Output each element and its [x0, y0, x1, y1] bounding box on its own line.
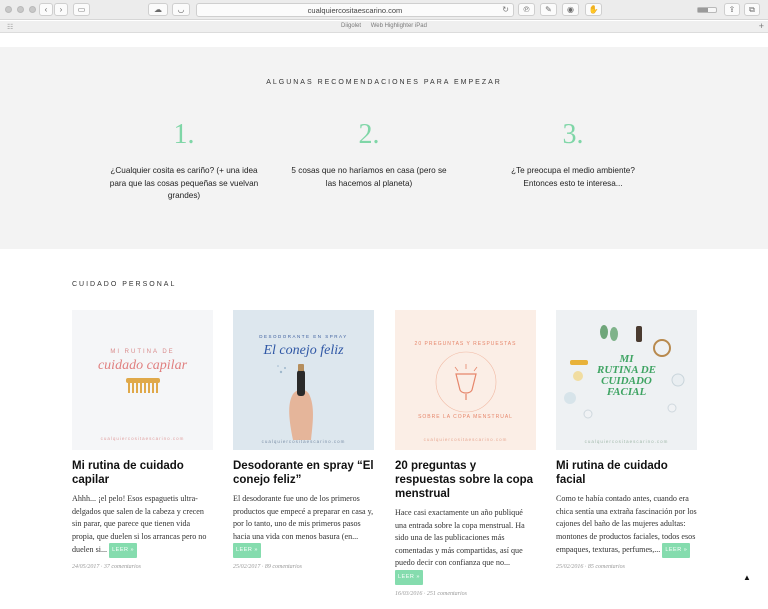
minimize-window-button[interactable] — [17, 6, 24, 13]
post-title[interactable]: Mi rutina de cuidado facial — [556, 459, 697, 487]
evernote-icon: ✋ — [588, 4, 599, 14]
post-meta[interactable]: 24/05/2017 · 37 comentarios — [72, 564, 213, 570]
back-button[interactable]: ‹ — [39, 3, 53, 16]
sidebar-icon: ▭ — [77, 4, 86, 14]
thumbnail-script-text: MI RUTINA DE CUIDADO FACIAL — [556, 354, 697, 398]
page-load-progress-fill — [698, 8, 708, 12]
thumbnail-footer: cualquiercositaescarino.com — [100, 436, 185, 441]
post-excerpt: Ahhh... ¡el pelo! Esos espaguetis ultra-… — [72, 493, 213, 558]
sidebar-button[interactable]: ▭ — [73, 3, 90, 16]
comb-icon — [126, 378, 160, 393]
recommendation-2[interactable]: 2. 5 cosas que no haríamos en casa (pero… — [289, 119, 449, 190]
close-window-button[interactable] — [5, 6, 12, 13]
read-more-button[interactable]: LEER » — [395, 569, 423, 585]
icloud-tabs-button[interactable]: ☁ — [148, 3, 168, 16]
post-excerpt: Hace casi exactamente un año publiqué un… — [395, 507, 536, 585]
post-thumbnail[interactable]: DESODORANTE EN SPRAY El conejo feliz cua… — [233, 310, 374, 450]
thumbnail-footer: cualquiercositaescarino.com — [423, 437, 508, 442]
evernote-button[interactable]: ✋ — [585, 3, 602, 16]
back-arrow-icon: ‹ — [44, 4, 48, 14]
recommendation-1[interactable]: 1. ¿Cualquier cosita es cariño? (+ una i… — [104, 119, 264, 203]
recommendation-link[interactable]: ¿Te preocupa el medio ambiente? Entonces… — [493, 165, 653, 190]
pocket-button[interactable]: ◡ — [172, 3, 190, 16]
page-load-progress — [697, 7, 717, 13]
recommendations-section: ALGUNAS RECOMENDACIONES PARA EMPEZAR 1. … — [0, 47, 768, 249]
pocket-icon: ◡ — [177, 4, 185, 14]
thumbnail-script-text: cuidado capilar — [97, 358, 188, 373]
post-excerpt: El desodorante fue uno de los primeros p… — [233, 493, 374, 558]
post-title[interactable]: Desodorante en spray “El conejo feliz” — [233, 459, 374, 487]
read-more-button[interactable]: LEER » — [233, 543, 261, 558]
post-card: DESODORANTE EN SPRAY El conejo feliz cua… — [233, 310, 374, 570]
post-meta[interactable]: 25/02/2017 · 89 comentarios — [233, 564, 374, 570]
bookmark-diigolet[interactable]: Diigolet — [341, 23, 361, 29]
tabs-icon: ⧉ — [749, 4, 755, 14]
address-bar[interactable]: cualquiercositaescarino.com ↻ — [196, 3, 514, 17]
post-card: MI RUTINA DE cuidado capilar cualquierco… — [72, 310, 213, 570]
post-thumbnail[interactable]: MI RUTINA DE CUIDADO FACIAL cualquiercos… — [556, 310, 697, 450]
post-thumbnail[interactable]: 20 PREGUNTAS Y RESPUESTAS SOBRE LA COPA … — [395, 310, 536, 450]
post-excerpt-text: El desodorante fue uno de los primeros p… — [233, 494, 374, 541]
thumbnail-footer: cualquiercositaescarino.com — [261, 439, 346, 444]
forward-arrow-icon: › — [59, 4, 63, 14]
category-title: CUIDADO PERSONAL — [72, 281, 177, 288]
thumbnail-script-text: El conejo feliz — [263, 343, 344, 358]
url-text: cualquiercositaescarino.com — [307, 6, 403, 15]
share-icon: ⇪ — [728, 4, 736, 14]
post-title[interactable]: 20 preguntas y respuestas sobre la copa … — [395, 459, 536, 501]
menstrual-cup-icon — [435, 351, 497, 413]
thumbnail-caption-bottom: SOBRE LA COPA MENSTRUAL — [418, 414, 513, 420]
post-excerpt-text: Hace casi exactamente un año publiqué un… — [395, 508, 525, 568]
post-card: MI RUTINA DE CUIDADO FACIAL cualquiercos… — [556, 310, 697, 570]
window-controls — [5, 6, 36, 13]
post-meta[interactable]: 16/03/2016 · 251 comentarios — [395, 591, 536, 597]
read-more-button[interactable]: LEER » — [109, 543, 138, 558]
bookmarklet-button[interactable]: ✎ — [540, 3, 557, 16]
post-thumbnail[interactable]: MI RUTINA DE cuidado capilar cualquierco… — [72, 310, 213, 450]
recommendations-title: ALGUNAS RECOMENDACIONES PARA EMPEZAR — [266, 79, 502, 86]
recommendation-link[interactable]: 5 cosas que no haríamos en casa (pero se… — [289, 165, 449, 190]
cloud-icon: ☁ — [154, 4, 162, 14]
post-title[interactable]: Mi rutina de cuidado capilar — [72, 459, 213, 487]
plus-icon[interactable]: + — [759, 21, 764, 31]
browser-toolbar: ‹ › ▭ ☁ ◡ cualquiercositaescarino.com ↻ … — [0, 0, 768, 20]
thumbnail-caption: DESODORANTE EN SPRAY — [259, 334, 348, 339]
forward-button[interactable]: › — [54, 3, 68, 16]
post-excerpt: Como te había contado antes, cuando era … — [556, 493, 697, 558]
recommendation-number: 2. — [358, 119, 380, 150]
onepassword-button[interactable]: ◉ — [562, 3, 579, 16]
recommendation-number: 3. — [562, 119, 584, 150]
pinterest-button[interactable]: ℗ — [518, 3, 535, 16]
recommendation-3[interactable]: 3. ¿Te preocupa el medio ambiente? Enton… — [493, 119, 653, 190]
post-meta[interactable]: 25/02/2016 · 85 comentarios — [556, 564, 697, 570]
bookmark-web-highlighter[interactable]: Web Highlighter iPad — [371, 23, 427, 29]
post-card: 20 PREGUNTAS Y RESPUESTAS SOBRE LA COPA … — [395, 310, 536, 597]
thumbnail-text-line: FACIAL — [606, 386, 647, 398]
post-excerpt-text: Ahhh... ¡el pelo! Esos espaguetis ultra-… — [72, 494, 207, 555]
show-tabs-button[interactable]: ⧉ — [744, 3, 760, 16]
recommendation-number: 1. — [173, 119, 195, 150]
read-more-button[interactable]: LEER » — [662, 543, 691, 558]
spray-bottle-icon — [277, 364, 313, 440]
bookmarklet-icon: ✎ — [545, 4, 552, 14]
thumbnail-caption: 20 PREGUNTAS Y RESPUESTAS — [414, 341, 517, 347]
reload-icon[interactable]: ↻ — [502, 5, 509, 14]
thumbnail-caption: MI RUTINA DE — [110, 349, 175, 355]
share-button[interactable]: ⇪ — [724, 3, 740, 16]
onepassword-icon: ◉ — [567, 4, 574, 14]
thumbnail-footer: cualquiercositaescarino.com — [584, 439, 669, 444]
pinterest-icon: ℗ — [523, 4, 530, 14]
bookmarks-bar: ☷ Diigolet Web Highlighter iPad + — [0, 21, 768, 33]
recommendation-link[interactable]: ¿Cualquier cosita es cariño? (+ una idea… — [104, 165, 264, 203]
zoom-window-button[interactable] — [29, 6, 36, 13]
scroll-to-top-icon[interactable]: ▲ — [743, 573, 751, 582]
